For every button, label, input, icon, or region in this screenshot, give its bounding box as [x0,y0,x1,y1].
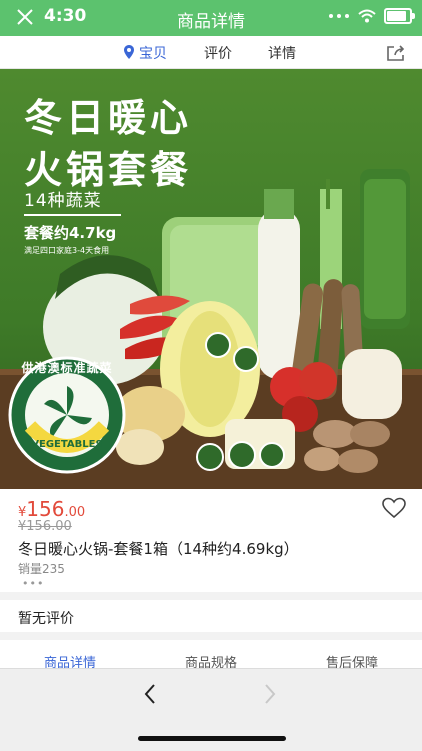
detail-tabs: 商品详情 商品规格 售后保障 [0,640,422,671]
battery-icon [384,8,415,24]
forward-arrow-icon[interactable] [262,683,278,705]
badge-subtext: VEGETABLES [31,439,103,450]
tab-reviews[interactable]: 评价 [204,43,232,63]
tab-product[interactable]: 宝贝 [139,43,167,63]
product-name: 冬日暖心火锅-套餐1箱（14种约4.69kg） [18,540,299,558]
status-bar: 4:30 商品详情 [0,0,422,36]
badge-text: 供港澳标准蔬菜 [21,361,113,375]
more-dots-icon [329,14,349,18]
product-info: ¥156.00 ¥156.00 冬日暖心火锅-套餐1箱（14种约4.69kg） … [0,489,422,592]
battery-fill [387,11,406,21]
wifi-icon [358,9,376,23]
product-hero-image[interactable]: 冬日暖心 火锅套餐 14种蔬菜 套餐约4.7kg 满足四口家庭3-4天食用 供港… [0,69,422,489]
no-review-text: 暂无评价 [18,611,74,627]
price-integer: 156 [26,497,65,521]
share-icon[interactable] [386,44,406,62]
status-icons [328,8,415,24]
more-options[interactable]: ••• [22,577,44,590]
back-arrow-icon[interactable] [142,683,158,705]
review-section: 暂无评价 [0,600,422,632]
hero-note: 满足四口家庭3-4天食用 [24,246,110,255]
hero-title-line1: 冬日暖心 [24,96,193,140]
hero-divider [24,214,121,216]
hero-tagline: 14种蔬菜 [24,191,102,211]
original-price: ¥156.00 [18,519,72,534]
sales-count: 销量235 [18,562,65,576]
price-decimal: .00 [64,505,86,520]
top-nav: 宝贝 评价 详情 [0,36,422,69]
tab-details[interactable]: 详情 [268,43,296,63]
current-price: ¥156.00 [18,497,85,521]
hero-weight: 套餐约4.7kg [24,224,117,242]
location-pin-icon [124,45,134,59]
favorite-heart-icon[interactable] [382,497,406,519]
home-indicator[interactable] [138,736,286,741]
